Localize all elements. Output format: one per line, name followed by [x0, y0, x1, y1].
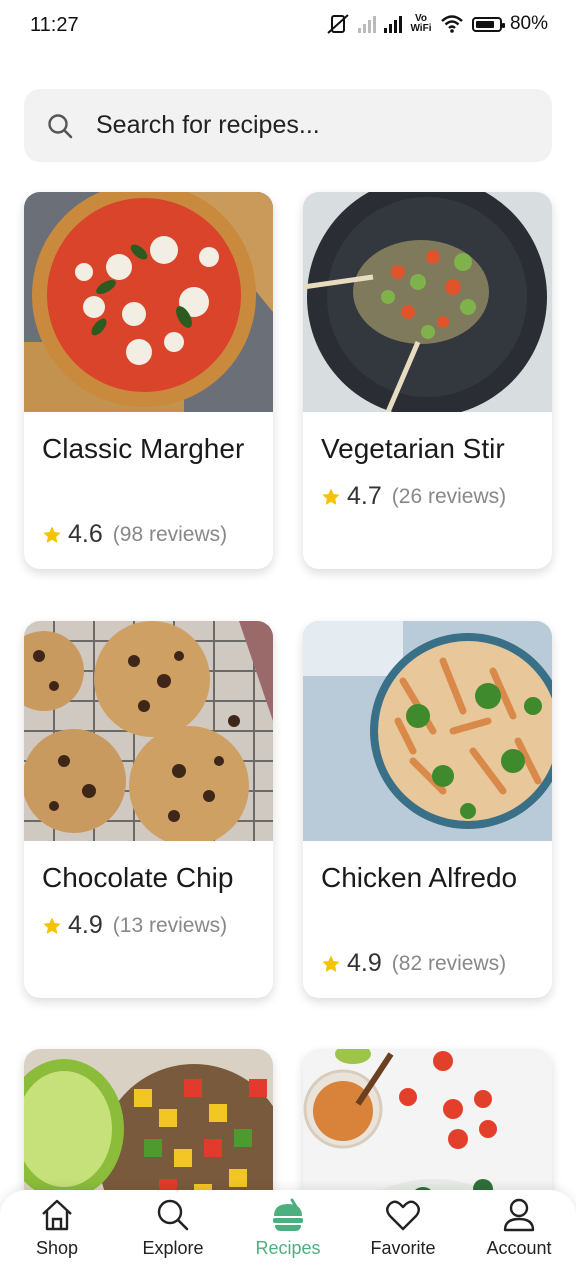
nav-label: Explore: [142, 1238, 204, 1258]
search-input[interactable]: [94, 110, 518, 141]
status-icons: Vo WiFi 80%: [326, 13, 548, 35]
recipe-rating: 4.6 (98 reviews): [42, 520, 227, 549]
search-icon: [157, 1199, 189, 1231]
nav-shop[interactable]: Shop: [5, 1198, 109, 1259]
review-count: (26 reviews): [391, 484, 507, 508]
nav-favorite[interactable]: Favorite: [351, 1198, 455, 1259]
battery-percent: 80%: [509, 13, 548, 34]
recipe-card[interactable]: Chicken Alfredo 4.9 (82 reviews): [303, 621, 552, 998]
review-count: (82 reviews): [391, 951, 507, 975]
nav-explore[interactable]: Explore: [121, 1198, 225, 1259]
recipe-rating: 4.9 (82 reviews): [321, 949, 506, 978]
star-icon: [322, 955, 340, 972]
nav-label: Account: [486, 1238, 552, 1258]
user-icon: [503, 1198, 535, 1232]
heart-icon: [386, 1200, 420, 1231]
recipe-title: Chocolate Chip: [42, 862, 234, 893]
recipe-title: Vegetarian Stir: [321, 433, 505, 464]
search-icon: [48, 113, 73, 138]
rating-value: 4.9: [347, 949, 382, 977]
search-bar[interactable]: [24, 89, 552, 162]
battery-icon: [471, 16, 505, 32]
signal-sim1-icon: [357, 15, 376, 33]
rating-value: 4.6: [68, 520, 103, 548]
recipe-image-stir-fry: [303, 192, 552, 412]
star-icon: [322, 488, 340, 505]
review-count: (13 reviews): [112, 913, 228, 937]
bottom-navigation: Shop Explore Recipes Favorite Account: [0, 1190, 576, 1280]
status-bar: 11:27 Vo WiFi 80%: [0, 0, 576, 52]
home-icon: [42, 1199, 72, 1231]
recipe-image-cookies: [24, 621, 273, 841]
nav-label: Shop: [35, 1238, 79, 1258]
nav-label: Recipes: [255, 1238, 321, 1258]
recipe-card[interactable]: Vegetarian Stir 4.7 (26 reviews): [303, 192, 552, 569]
recipe-card[interactable]: Classic Margher 4.6 (98 reviews): [24, 192, 273, 569]
nav-account[interactable]: Account: [467, 1198, 571, 1259]
star-icon: [43, 917, 61, 934]
star-icon: [43, 526, 61, 543]
recipe-title: Classic Margher: [42, 433, 245, 464]
recipe-card[interactable]: Chocolate Chip 4.9 (13 reviews): [24, 621, 273, 998]
nav-label: Favorite: [370, 1238, 436, 1258]
mute-vibrate-icon: [327, 14, 349, 34]
recipe-image-pizza: [24, 192, 273, 412]
review-count: (98 reviews): [112, 522, 228, 546]
signal-sim2-icon: [383, 15, 402, 33]
vowifi-label: Vo WiFi: [410, 13, 432, 34]
recipe-rating: 4.7 (26 reviews): [321, 482, 506, 511]
recipe-title: Chicken Alfredo: [321, 862, 518, 893]
recipe-image-chicken-alfredo: [303, 621, 552, 841]
recipe-icon: [273, 1198, 303, 1231]
recipe-rating: 4.9 (13 reviews): [42, 911, 227, 940]
nav-recipes[interactable]: Recipes: [236, 1198, 340, 1259]
status-time: 11:27: [30, 14, 79, 36]
wifi-icon: [441, 15, 463, 33]
rating-value: 4.7: [347, 482, 382, 510]
rating-value: 4.9: [68, 911, 103, 939]
